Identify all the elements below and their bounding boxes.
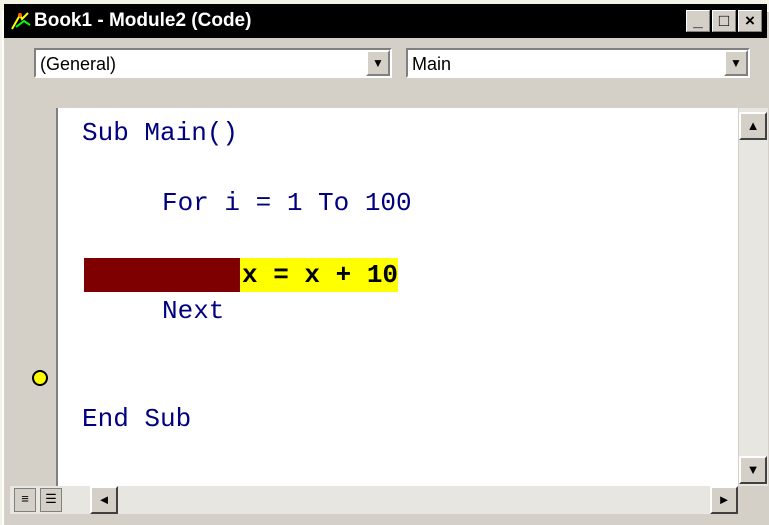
code-line[interactable]: Next (162, 296, 224, 326)
procedure-dropdown-arrow-icon[interactable]: ▼ (724, 50, 748, 76)
object-dropdown[interactable]: (General) ▼ (34, 48, 392, 78)
breakpoint-highlight (84, 258, 240, 292)
code-line[interactable]: End Sub (82, 404, 191, 434)
title-bar[interactable]: Book1 - Module2 (Code) _ □ × (4, 4, 767, 38)
procedure-dropdown[interactable]: Main ▼ (406, 48, 750, 78)
current-line-arrow-icon (32, 370, 48, 386)
current-execution-line[interactable]: x = x + 10 (240, 258, 399, 292)
margin-indicator-bar[interactable] (10, 108, 58, 486)
window-title: Book1 - Module2 (Code) (34, 10, 252, 31)
code-line[interactable]: For i = 1 To 100 (162, 188, 412, 218)
vertical-scrollbar[interactable]: ▲ ▼ (738, 108, 768, 486)
horizontal-scrollbar[interactable]: ◄ ► (10, 486, 738, 514)
scroll-down-icon[interactable]: ▼ (739, 456, 767, 484)
maximize-button[interactable]: □ (712, 10, 736, 32)
scroll-right-icon[interactable]: ► (710, 486, 738, 514)
code-line[interactable]: Sub Main() (82, 118, 238, 148)
object-dropdown-value: (General) (40, 54, 117, 74)
resize-grip-icon[interactable] (738, 486, 767, 515)
scroll-left-icon[interactable]: ◄ (90, 486, 118, 514)
full-module-view-icon[interactable]: ☰ (40, 488, 62, 512)
procedure-view-icon[interactable]: ≡ (14, 488, 36, 512)
code-editor[interactable]: Sub Main() For i = 1 To 100 x = x + 10 N… (58, 108, 738, 486)
vba-project-icon (11, 12, 31, 30)
procedure-dropdown-value: Main (412, 54, 452, 74)
close-button[interactable]: × (738, 10, 762, 32)
minimize-button[interactable]: _ (686, 10, 710, 32)
scroll-up-icon[interactable]: ▲ (739, 112, 767, 140)
object-dropdown-arrow-icon[interactable]: ▼ (366, 50, 390, 76)
